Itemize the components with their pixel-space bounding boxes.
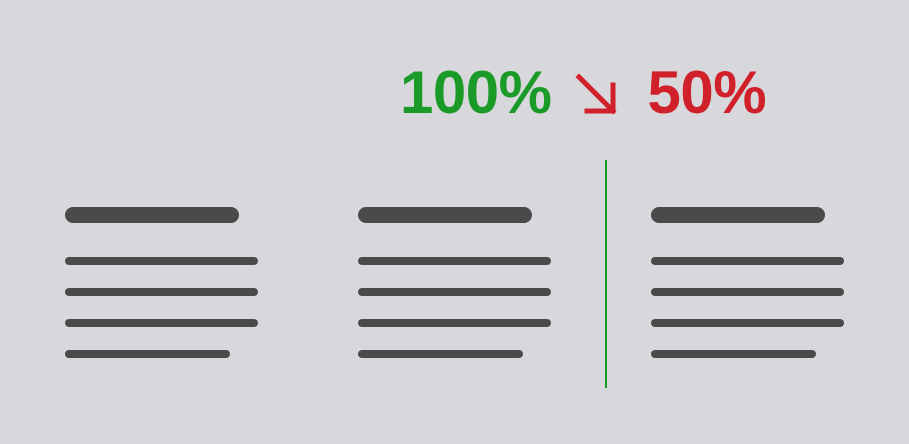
headline: 100% 50% <box>400 59 767 126</box>
text-line-placeholder <box>65 288 258 296</box>
document-placeholder-1 <box>65 207 265 362</box>
split-divider <box>605 160 607 388</box>
from-percentage: 100% <box>400 59 552 126</box>
text-line-placeholder <box>65 257 258 265</box>
text-line-placeholder <box>65 319 258 327</box>
text-line-placeholder <box>65 350 230 358</box>
title-placeholder <box>358 207 532 223</box>
arrow-down-right-icon <box>571 69 623 121</box>
text-line-placeholder <box>651 288 844 296</box>
text-line-placeholder <box>358 319 551 327</box>
to-percentage: 50% <box>647 59 767 126</box>
text-line-placeholder <box>651 257 844 265</box>
document-placeholder-3 <box>651 207 851 362</box>
text-line-placeholder <box>651 350 816 358</box>
title-placeholder <box>651 207 825 223</box>
document-placeholder-2 <box>358 207 558 362</box>
text-line-placeholder <box>358 288 551 296</box>
text-line-placeholder <box>358 257 551 265</box>
text-line-placeholder <box>358 350 523 358</box>
diagram-canvas: 100% 50% <box>0 0 909 444</box>
text-line-placeholder <box>651 319 844 327</box>
title-placeholder <box>65 207 239 223</box>
